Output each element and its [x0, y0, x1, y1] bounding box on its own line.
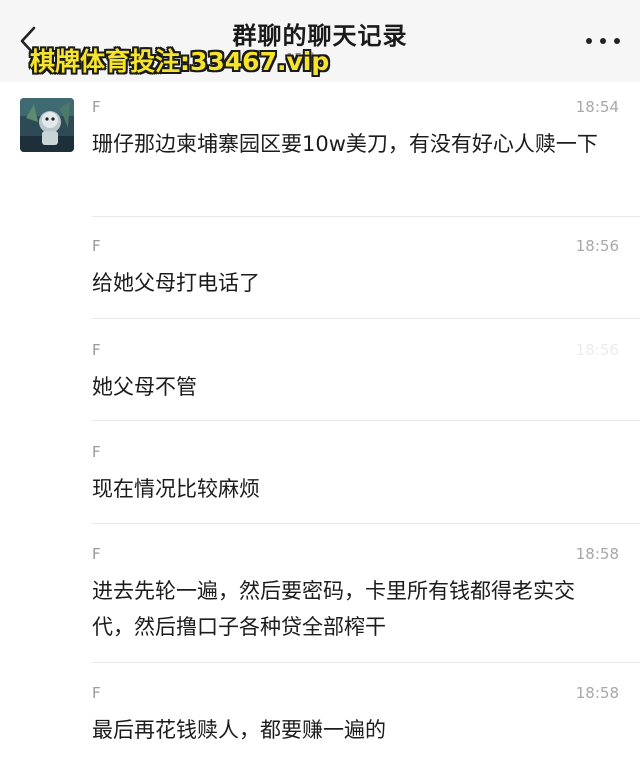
message-text: 现在情况比较麻烦 [92, 477, 260, 501]
message-item: F 18:58 进去先轮一遍，然后要密码，卡里所有钱都得老实交代，然后撸口子各种… [92, 545, 622, 645]
more-dots-icon [600, 38, 606, 44]
message-time: 18:56 [575, 237, 619, 255]
message-text: 最后再花钱赎人，都要赚一遍的 [92, 718, 386, 742]
message-sender: F [92, 545, 101, 563]
message-divider [92, 523, 640, 524]
watermark-text: 棋牌体育投注:33467.vip [30, 47, 330, 76]
message-text: 她父母不管 [92, 375, 197, 399]
message-item: F 18:56 她父母不管 [92, 341, 622, 405]
message-time: 18:56 [575, 341, 619, 359]
message-sender: F [92, 684, 101, 702]
message-time: 18:58 [575, 684, 619, 702]
message-sender: F [92, 443, 101, 461]
message-divider [92, 420, 640, 421]
message-text: 珊仔那边柬埔寨园区要10w美刀，有没有好心人赎一下 [92, 132, 598, 156]
more-options-button[interactable] [586, 28, 620, 54]
message-divider [92, 216, 640, 217]
message-sender: F [92, 237, 101, 255]
message-divider [92, 318, 640, 319]
message-item: F 现在情况比较麻烦 [92, 443, 622, 507]
message-text: 给她父母打电话了 [92, 271, 260, 295]
more-dots-icon [614, 38, 620, 44]
message-item: F 18:54 珊仔那边柬埔寨园区要10w美刀，有没有好心人赎一下 [92, 98, 622, 162]
avatar-image [20, 98, 74, 152]
message-text: 进去先轮一遍，然后要密码，卡里所有钱都得老实交代，然后撸口子各种贷全部榨干 [92, 579, 575, 639]
message-time: 18:54 [575, 98, 619, 116]
chat-header: 群聊的聊天记录 15日 棋牌体育投注:33467.vip [0, 0, 640, 82]
message-sender: F [92, 98, 101, 116]
message-time: 18:58 [575, 545, 619, 563]
message-sender: F [92, 341, 101, 359]
avatar[interactable] [20, 98, 74, 152]
more-dots-icon [586, 38, 592, 44]
message-divider [92, 662, 640, 663]
message-item: F 18:58 最后再花钱赎人，都要赚一遍的 [92, 684, 622, 748]
message-item: F 18:56 给她父母打电话了 [92, 237, 622, 301]
